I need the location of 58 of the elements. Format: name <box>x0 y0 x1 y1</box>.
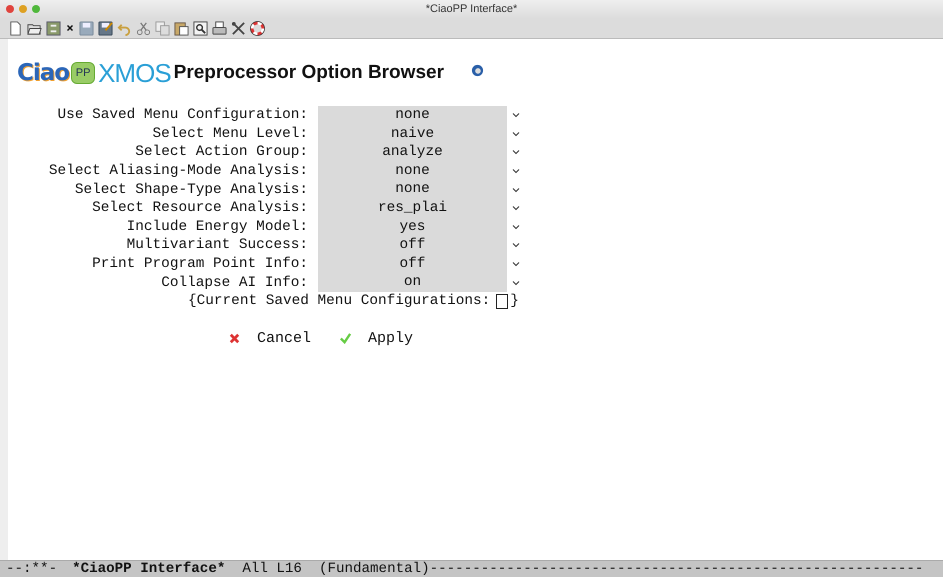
chevron-down-icon[interactable] <box>512 205 520 212</box>
option-label: Collapse AI Info: <box>160 274 308 291</box>
cross-icon <box>228 332 241 345</box>
option-dropdown[interactable]: off <box>318 236 507 255</box>
option-label: Select Shape-Type Analysis: <box>74 182 308 198</box>
option-label: Select Action Group: <box>134 144 308 160</box>
checkmark-icon <box>339 332 352 345</box>
option-dropdown[interactable]: none <box>318 162 507 180</box>
clipboard-icon[interactable] <box>174 20 189 36</box>
option-dropdown[interactable]: off <box>318 254 507 274</box>
lifebuoy-icon[interactable] <box>250 20 265 36</box>
option-label: Select Resource Analysis: <box>91 200 308 216</box>
window-title: *CiaoPP Interface* <box>424 3 518 15</box>
chevron-down-icon[interactable] <box>512 242 520 248</box>
tools-icon[interactable] <box>231 20 246 36</box>
cabinet-icon[interactable] <box>46 20 61 36</box>
emblem-icon <box>470 64 484 76</box>
closing-brace: } <box>510 293 519 310</box>
close-button[interactable] <box>6 5 14 13</box>
ciao-logo: Ciao <box>17 60 70 86</box>
empty-list-icon <box>496 294 508 309</box>
option-dropdown[interactable]: naive <box>318 124 507 144</box>
option-label: Select Menu Level: <box>152 126 308 142</box>
save-as-icon[interactable] <box>98 20 113 36</box>
buffer-name: *CiaoPP Interface* <box>72 561 226 577</box>
print-icon[interactable] <box>212 20 227 36</box>
option-dropdown[interactable]: res_plai <box>318 198 507 218</box>
apply-button[interactable]: Apply <box>339 330 414 347</box>
modified-flags: --:**- <box>6 561 58 577</box>
major-mode: (Fundamental)---------------------------------------------------------- <box>318 561 924 577</box>
option-dropdown[interactable]: none <box>318 180 507 199</box>
page-heading: Preprocessor Option Browser <box>174 62 444 84</box>
close-icon[interactable] <box>65 23 75 33</box>
new-file-icon[interactable] <box>8 20 23 36</box>
chevron-down-icon[interactable] <box>512 149 520 156</box>
chevron-down-icon[interactable] <box>512 168 520 174</box>
chevron-down-icon[interactable] <box>512 112 520 118</box>
option-label: Use Saved Menu Configuration: <box>56 107 308 124</box>
position-text: All L16 <box>242 561 302 577</box>
option-label: Select Aliasing-Mode Analysis: <box>48 163 308 180</box>
option-dropdown[interactable]: yes <box>318 218 507 236</box>
option-dropdown[interactable]: on <box>318 273 507 292</box>
chevron-down-icon[interactable] <box>512 186 520 193</box>
saved-configs-text: {Current Saved Menu Configurations: <box>188 293 490 310</box>
chevron-down-icon[interactable] <box>512 261 520 268</box>
option-dropdown[interactable]: none <box>318 106 507 125</box>
pp-logo: PP <box>71 62 96 84</box>
chevron-down-icon[interactable] <box>512 130 520 137</box>
chevron-down-icon[interactable] <box>512 280 520 286</box>
option-label: Include Energy Model: <box>126 218 308 235</box>
chevron-down-icon[interactable] <box>512 224 520 230</box>
magnifier-page-icon[interactable] <box>193 20 208 36</box>
cancel-button[interactable]: Cancel <box>228 330 312 347</box>
option-label: Multivariant Success: <box>126 237 308 254</box>
option-label: Print Program Point Info: <box>91 256 308 272</box>
xmos-logo: XMOS <box>98 58 171 88</box>
scissors-icon[interactable] <box>136 20 151 36</box>
option-dropdown[interactable]: analyze <box>318 143 507 162</box>
